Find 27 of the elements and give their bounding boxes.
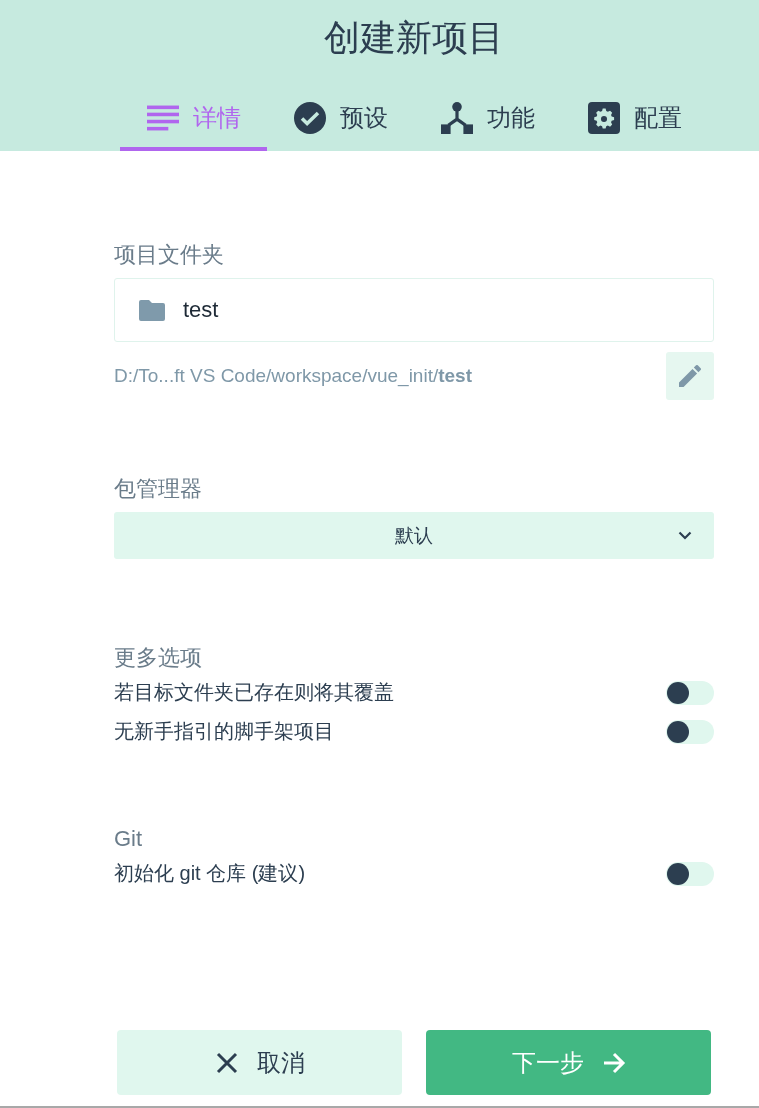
toggle-switch[interactable] [666, 861, 714, 886]
option-label: 若目标文件夹已存在则将其覆盖 [114, 680, 394, 705]
toggle-switch[interactable] [666, 680, 714, 705]
fork-icon [440, 102, 473, 134]
section-label: 包管理器 [114, 475, 203, 503]
option-label: 初始化 git 仓库 (建议) [114, 861, 306, 886]
pencil-icon [679, 365, 701, 387]
toggle-switch[interactable] [666, 719, 714, 744]
chevron-down-icon [678, 531, 692, 540]
section-label: 更多选项 [114, 644, 203, 672]
close-icon [214, 1050, 239, 1075]
folder-path: D:/To...ft VS Code/workspace/vue_init/test [114, 365, 472, 387]
settings-icon [587, 102, 620, 134]
tab[interactable]: 功能 [414, 91, 561, 151]
section-label: Git [114, 825, 144, 853]
check-circle-icon [293, 102, 326, 134]
cancel-button[interactable]: 取消 [117, 1030, 402, 1095]
page-title: 创建新项目 [323, 16, 505, 60]
package-manager-select[interactable]: 默认 [114, 512, 714, 559]
edit-button[interactable] [666, 352, 714, 400]
tab[interactable]: 配置 [561, 91, 708, 151]
arrow-right-icon [601, 1050, 626, 1075]
tab[interactable]: 预设 [267, 91, 414, 151]
folder-icon [139, 299, 165, 321]
section-label: 项目文件夹 [114, 241, 225, 269]
option-label: 无新手指引的脚手架项目 [114, 719, 334, 744]
folder-name-field[interactable]: test [114, 278, 714, 342]
